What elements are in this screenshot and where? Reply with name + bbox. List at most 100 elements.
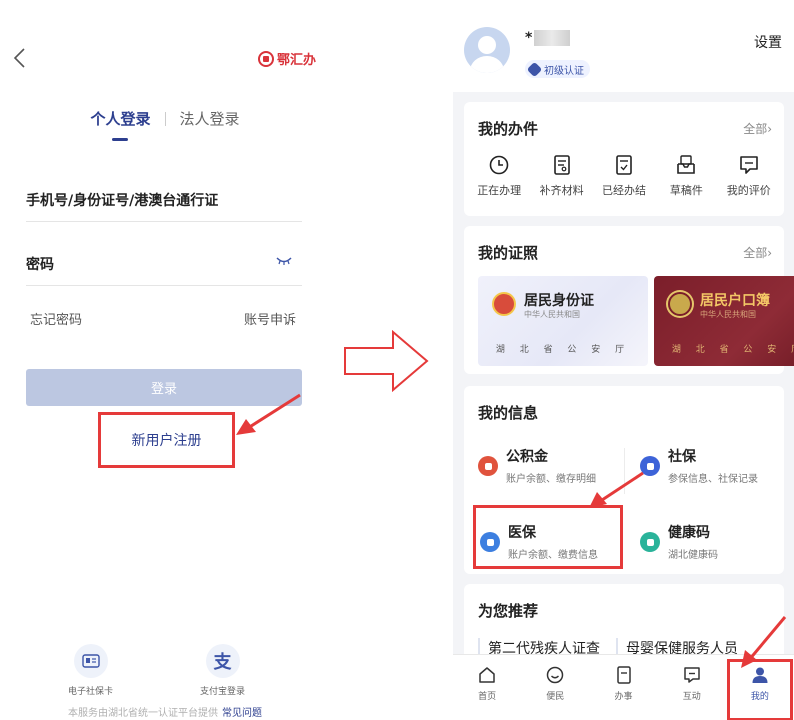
info-item-health-code[interactable]: 健康码 湖北健康码 [640, 522, 790, 574]
info-item-housing-fund[interactable]: 公积金 账户余额、缴存明细 [478, 446, 628, 498]
account-field[interactable]: 手机号/身份证号/港澳台通行证 [26, 190, 302, 222]
license-department: 湖 北 省 公 安 厅 [671, 345, 794, 355]
tab-mine[interactable]: 我的 [726, 655, 794, 720]
info-desc: 参保信息、社保记录 [668, 474, 758, 485]
login-footer: 本服务由湖北省统一认证平台提供 常见问题 [0, 704, 330, 719]
transition-arrow-icon [344, 330, 429, 392]
license-id-card[interactable]: 居民身份证 中华人民共和国 湖 北 省 公 安 厅 [478, 276, 648, 366]
register-link[interactable]: 新用户注册 [98, 412, 235, 468]
comment-icon [739, 156, 758, 174]
brand-name: 鄂汇办 [277, 53, 317, 68]
bottom-tab-bar: 首页 便民 办事 互动 我的 [453, 654, 794, 720]
card-title: 我的办件 [478, 120, 539, 138]
alipay-icon: 支 [205, 644, 240, 678]
info-item-medical-insurance[interactable]: 医保 账户余额、缴费信息 [480, 522, 630, 574]
task-item-in-progress[interactable]: 正在办理 [470, 154, 528, 198]
info-item-social-security[interactable]: 社保 参保信息、社保记录 [640, 446, 790, 498]
info-name: 医保 [508, 525, 536, 541]
affairs-icon [616, 666, 631, 684]
verified-shield-icon [526, 61, 543, 77]
license-household-register[interactable]: 居民户口簿 中华人民共和国 湖 北 省 公 安 厅 [654, 276, 794, 366]
clock-icon [489, 155, 509, 175]
back-chevron-icon[interactable] [10, 46, 30, 70]
tab-label: 我的 [750, 692, 769, 702]
auxiliary-links: 忘记密码 账号申诉 [30, 309, 296, 328]
card-title: 我的证照 [478, 244, 539, 262]
verification-badge-label: 初级认证 [544, 65, 584, 77]
my-tasks-card: 我的办件 全部› 正在办理 补齐材料 已经办结 草稿件 我的评价 [464, 102, 784, 216]
social-security-card-icon [73, 644, 108, 678]
housing-fund-icon [478, 456, 498, 476]
card-title: 为您推荐 [478, 602, 539, 620]
login-tabs: 个人登录 法人登录 [0, 108, 330, 141]
login-button[interactable]: 登录 [26, 369, 302, 406]
tab-home[interactable]: 首页 [453, 655, 521, 720]
alt-login-social-card[interactable]: 电子社保卡 [68, 644, 113, 697]
tab-legal-login[interactable]: 法人登录 [180, 108, 240, 129]
settings-link[interactable]: 设置 [754, 32, 782, 52]
tab-convenience[interactable]: 便民 [521, 655, 589, 720]
info-desc: 湖北健康码 [668, 550, 718, 561]
license-department: 湖 北 省 公 安 厅 [495, 345, 631, 355]
username: * [525, 30, 571, 46]
task-label: 我的评价 [726, 184, 771, 197]
username-redaction [534, 30, 571, 46]
tab-interaction[interactable]: 互动 [658, 655, 726, 720]
license-name: 居民身份证 [524, 293, 594, 309]
password-field[interactable]: 密码 [26, 254, 302, 286]
tab-label: 首页 [478, 692, 497, 702]
account-appeal-link[interactable]: 账号申诉 [244, 309, 296, 328]
alt-login-label: 支付宝登录 [200, 687, 246, 697]
info-name: 健康码 [668, 525, 710, 541]
verification-badge[interactable]: 初级认证 [525, 60, 590, 78]
alt-login-label: 电子社保卡 [68, 687, 114, 697]
info-desc: 账户余额、缴存明细 [506, 474, 596, 485]
login-screen: 鄂汇办 个人登录 法人登录 手机号/身份证号/港澳台通行证 密码 忘记密码 账号… [0, 0, 330, 720]
card-title: 我的信息 [478, 404, 539, 422]
task-item-supplement[interactable]: 补齐材料 [533, 154, 591, 198]
username-text: * [525, 30, 533, 46]
task-label: 补齐材料 [539, 184, 584, 197]
draft-inbox-icon [677, 155, 696, 174]
faq-link[interactable]: 常见问题 [222, 708, 262, 719]
task-label: 已经办结 [601, 184, 646, 197]
task-item-completed[interactable]: 已经办结 [595, 154, 653, 198]
national-emblem-icon [668, 292, 692, 316]
view-all-link[interactable]: 全部› [743, 244, 772, 261]
my-licenses-card: 我的证照 全部› 居民身份证 中华人民共和国 湖 北 省 公 安 厅 居民户口簿… [464, 226, 794, 374]
license-name: 居民户口簿 [700, 293, 770, 309]
qr-code-icon [640, 532, 660, 552]
forgot-password-link[interactable]: 忘记密码 [30, 309, 82, 328]
task-item-review[interactable]: 我的评价 [720, 154, 778, 198]
info-desc: 账户余额、缴费信息 [508, 550, 598, 561]
license-issuer: 中华人民共和国 [524, 310, 580, 319]
tab-divider [164, 111, 166, 126]
convenience-icon [547, 666, 564, 684]
license-issuer: 中华人民共和国 [700, 310, 756, 319]
alt-login-alipay[interactable]: 支 支付宝登录 [200, 644, 245, 697]
tab-label: 办事 [614, 692, 633, 702]
person-icon [752, 667, 768, 683]
avatar[interactable] [464, 27, 510, 73]
medical-insurance-icon [480, 532, 500, 552]
tab-label: 便民 [546, 692, 565, 702]
task-item-draft[interactable]: 草稿件 [657, 154, 715, 198]
tab-affairs[interactable]: 办事 [589, 655, 657, 720]
task-items: 正在办理 补齐材料 已经办结 草稿件 我的评价 [464, 154, 784, 198]
document-check-icon [616, 155, 632, 175]
task-label: 草稿件 [669, 184, 703, 197]
eye-closed-icon[interactable] [276, 256, 292, 266]
brand-seal-icon [258, 50, 274, 67]
info-name: 公积金 [506, 449, 548, 465]
footer-text: 本服务由湖北省统一认证平台提供 [68, 708, 218, 719]
task-label: 正在办理 [477, 184, 522, 197]
home-icon [479, 667, 495, 683]
view-all-link[interactable]: 全部› [743, 120, 772, 137]
register-link-label: 新用户注册 [131, 433, 202, 449]
password-field-label: 密码 [26, 257, 54, 273]
document-supplement-icon [553, 155, 570, 175]
tab-label: 互动 [682, 692, 701, 702]
tab-personal-login[interactable]: 个人登录 [90, 108, 151, 141]
social-security-icon [640, 456, 660, 476]
interaction-icon [683, 667, 700, 683]
